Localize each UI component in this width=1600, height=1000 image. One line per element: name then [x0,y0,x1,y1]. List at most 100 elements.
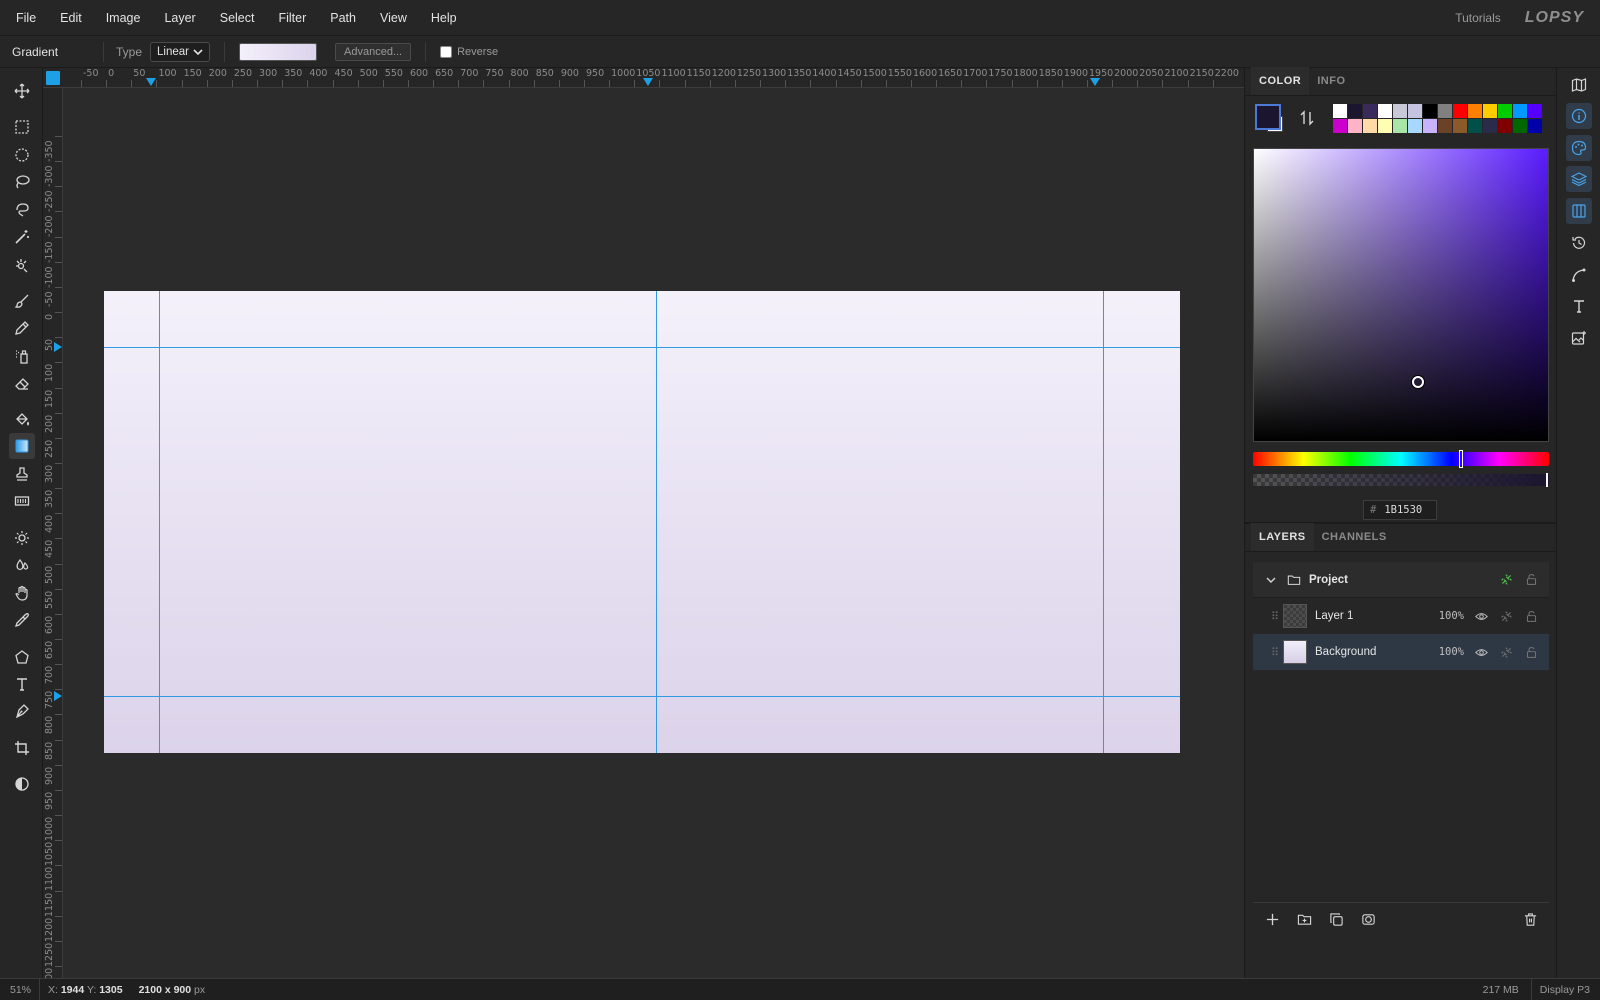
layer-visibility-toggle[interactable] [1474,609,1488,623]
palette-swatch[interactable] [1498,119,1512,133]
palette-swatch[interactable] [1438,119,1452,133]
palette-swatch[interactable] [1378,104,1392,118]
menu-file[interactable]: File [0,0,48,36]
pattern-stamp-tool[interactable] [9,488,35,514]
crop-tool[interactable] [9,735,35,761]
alpha-slider[interactable] [1253,473,1549,487]
duplicate-layer-button[interactable] [1323,907,1349,933]
guide-marker[interactable] [54,342,62,352]
tutorials-link[interactable]: Tutorials [1455,11,1501,25]
navigator-panel-button[interactable] [1566,72,1592,98]
add-layer-button[interactable] [1259,907,1285,933]
shape-tool[interactable] [9,644,35,670]
layers-panel-button[interactable] [1566,166,1592,192]
hue-slider-handle[interactable] [1459,450,1463,468]
menu-image[interactable]: Image [94,0,153,36]
tab-info[interactable]: INFO [1309,67,1353,95]
palette-swatch[interactable] [1408,104,1422,118]
menu-view[interactable]: View [368,0,419,36]
pen-tool[interactable] [9,698,35,724]
menu-select[interactable]: Select [208,0,267,36]
color-panel-button[interactable] [1566,135,1592,161]
palette-swatch[interactable] [1393,119,1407,133]
guide-marker[interactable] [146,78,156,86]
reverse-checkbox[interactable] [440,45,453,58]
layer-group-row[interactable]: Project [1253,562,1549,598]
palette-swatch[interactable] [1513,104,1527,118]
eyedropper-tool[interactable] [9,607,35,633]
lasso-tool[interactable] [9,169,35,195]
alpha-slider-handle[interactable] [1546,473,1548,487]
blur-tool[interactable] [9,552,35,578]
guide-horizontal[interactable] [104,696,1180,697]
character-panel-button[interactable] [1566,293,1592,319]
gradient-tool[interactable] [9,433,35,459]
palette-swatch[interactable] [1423,119,1437,133]
text-tool[interactable] [9,671,35,697]
brush-tool[interactable] [9,288,35,314]
layer-link-toggle[interactable] [1499,609,1513,623]
zoom-level[interactable]: 51% [0,978,40,1000]
history-panel-button[interactable] [1566,230,1592,256]
guide-horizontal[interactable] [104,347,1180,348]
document-canvas[interactable] [104,291,1180,753]
palette-swatch[interactable] [1483,119,1497,133]
move-tool[interactable] [9,78,35,104]
palette-swatch[interactable] [1333,104,1347,118]
ellipse-select-tool[interactable] [9,142,35,168]
palette-swatch[interactable] [1348,119,1362,133]
menu-filter[interactable]: Filter [266,0,318,36]
guide-vertical[interactable] [656,291,657,753]
menu-layer[interactable]: Layer [152,0,207,36]
color-picker-handle[interactable] [1412,376,1424,388]
palette-swatch[interactable] [1453,119,1467,133]
magnetic-lasso-tool[interactable] [9,197,35,223]
dodge-tool[interactable] [9,525,35,551]
hex-color-input[interactable]: # 1B1530 [1363,500,1437,520]
layer-link-toggle[interactable] [1499,645,1513,659]
group-link-toggle[interactable] [1499,573,1513,587]
image-panel-button[interactable] [1566,325,1592,351]
gradient-preview-swatch[interactable] [239,42,318,61]
tab-layers[interactable]: LAYERS [1251,523,1314,551]
guide-marker[interactable] [1090,78,1100,86]
ruler-corner-toggle[interactable] [46,71,60,85]
swap-colors-icon[interactable] [1299,110,1315,126]
layer-visibility-toggle[interactable] [1474,645,1488,659]
chevron-down-icon[interactable] [1265,574,1277,586]
saturation-value-picker[interactable] [1253,148,1549,442]
paths-panel-button[interactable] [1566,262,1592,288]
layer-row[interactable]: ⠿ Background 100% [1253,634,1549,670]
palette-swatch[interactable] [1333,119,1347,133]
guide-marker[interactable] [54,691,62,701]
fill-tool[interactable] [9,406,35,432]
quick-select-tool[interactable] [9,252,35,278]
pencil-tool[interactable] [9,315,35,341]
layer-lock-toggle[interactable] [1524,645,1538,659]
palette-swatch[interactable] [1348,104,1362,118]
menu-path[interactable]: Path [318,0,368,36]
spray-tool[interactable] [9,343,35,369]
vertical-ruler[interactable]: -350 -300 -250 -200 -150 -100 -50 0 50 100 150 200 2… [43,88,63,978]
palette-swatch[interactable] [1438,104,1452,118]
add-mask-button[interactable] [1355,907,1381,933]
palette-swatch[interactable] [1453,104,1467,118]
guide-vertical[interactable] [159,291,160,753]
gradient-type-select[interactable]: Linear [150,41,211,62]
stamp-tool[interactable] [9,461,35,487]
color-mode-tool[interactable] [9,771,35,797]
palette-swatch[interactable] [1528,104,1542,118]
canvas-workspace[interactable] [64,89,1244,978]
foreground-color-swatch[interactable] [1255,104,1281,130]
palette-swatch[interactable] [1468,119,1482,133]
rect-select-tool[interactable] [9,114,35,140]
delete-layer-button[interactable] [1517,907,1543,933]
horizontal-ruler[interactable]: -50 0 50 100 150 200 250 300 350 400 450 500 550 600 6… [43,68,1244,88]
channels-panel-button[interactable] [1566,198,1592,224]
palette-swatch[interactable] [1423,104,1437,118]
layer-lock-toggle[interactable] [1524,609,1538,623]
layer-row[interactable]: ⠿ Layer 1 100% [1253,598,1549,634]
add-group-button[interactable] [1291,907,1317,933]
menu-edit[interactable]: Edit [48,0,94,36]
color-profile[interactable]: Display P3 [1530,978,1600,1000]
